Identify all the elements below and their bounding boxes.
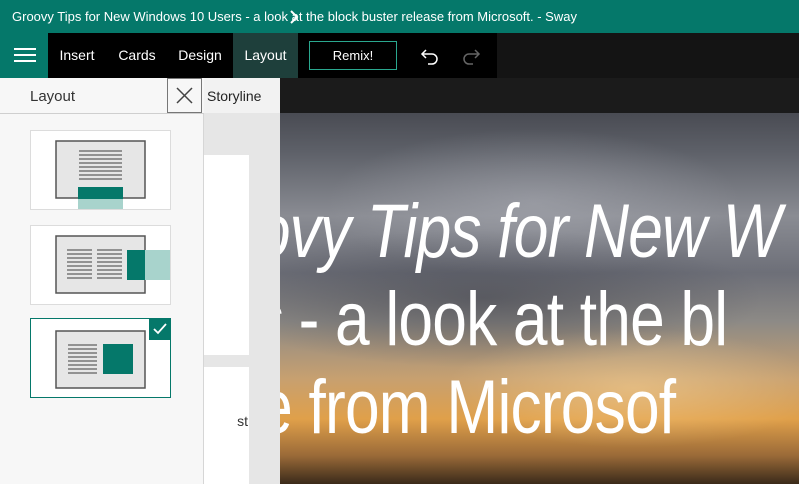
toolbar: Insert Cards Design Layout Remix!	[0, 33, 799, 78]
chevron-right-icon[interactable]	[286, 9, 302, 25]
close-button[interactable]	[167, 78, 202, 113]
undo-icon[interactable]	[419, 45, 441, 67]
toolbar-empty-area	[497, 33, 799, 78]
sway-preview-canvas[interactable]: oovy Tips for New W ers - a look at the …	[204, 78, 799, 484]
tab-insert[interactable]: Insert	[48, 33, 106, 78]
hamburger-menu-button[interactable]	[0, 33, 48, 78]
hamburger-icon-bar	[14, 60, 36, 62]
layout-option-presentation[interactable]	[30, 318, 171, 398]
horizontal-layout-icon	[55, 235, 170, 294]
vertical-layout-icon	[55, 140, 146, 209]
remix-button[interactable]: Remix!	[309, 41, 397, 70]
window-title: Groovy Tips for New Windows 10 Users - a…	[0, 0, 799, 33]
layout-option-vertical[interactable]	[30, 130, 171, 210]
title-line-2: ers - a look at the bl	[204, 277, 728, 362]
title-line-1: oovy Tips for New W	[222, 189, 782, 274]
selected-check-badge	[149, 318, 171, 340]
storyline-card-text: st	[237, 413, 248, 429]
layout-panel-title: Layout	[30, 88, 76, 105]
tab-layout[interactable]: Layout	[233, 33, 298, 78]
close-icon	[176, 87, 193, 104]
layout-panel-header: Layout	[0, 78, 204, 114]
tab-cards[interactable]: Cards	[106, 33, 168, 78]
tab-design[interactable]: Design	[168, 33, 232, 78]
storyline-panel: st	[204, 113, 280, 484]
layout-option-horizontal[interactable]	[30, 225, 171, 305]
tab-storyline[interactable]: Storyline	[204, 78, 280, 113]
hamburger-icon-bar	[14, 54, 36, 56]
storyline-card[interactable]	[204, 155, 249, 355]
hamburger-icon	[14, 48, 36, 50]
layout-panel: Layout	[0, 78, 204, 484]
view-tabstrip: Storyline	[204, 78, 799, 113]
checkmark-icon	[153, 323, 167, 335]
redo-icon[interactable]	[460, 45, 482, 67]
